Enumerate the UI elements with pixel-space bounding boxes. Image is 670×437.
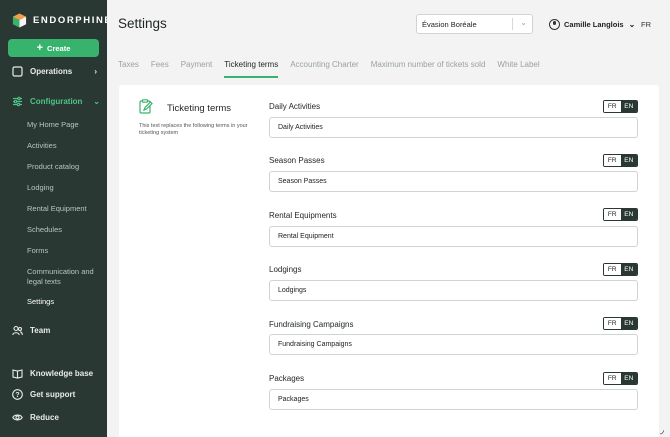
sidebar-item-forms[interactable]: Forms	[27, 246, 48, 256]
resize-corner-icon[interactable]: ◞	[660, 425, 664, 436]
tab-maximum-tickets[interactable]: Maximum number of tickets sold	[371, 60, 486, 74]
brand[interactable]: ENDORPHINE	[12, 11, 107, 29]
book-icon	[12, 368, 23, 379]
input-packages[interactable]: Packages	[269, 389, 638, 410]
sidebar-item-label: Operations	[30, 66, 73, 76]
user-menu[interactable]: Camille Langlois ⌄	[549, 17, 635, 31]
lang-en-button[interactable]: EN	[620, 264, 637, 275]
brand-name: ENDORPHINE	[33, 14, 107, 26]
lang-en-button[interactable]: EN	[620, 101, 637, 112]
sidebar-item-schedules[interactable]: Schedules	[27, 225, 62, 235]
sidebar-item-label: Reduce	[30, 412, 59, 422]
sidebar-item-communication-legal[interactable]: Communication and legal texts	[27, 267, 103, 287]
user-name: Camille Langlois	[564, 19, 624, 29]
endorphine-logo-icon	[12, 12, 27, 28]
input-season-passes[interactable]: Season Passes	[269, 171, 638, 192]
lang-toggle-packages[interactable]: FR EN	[603, 372, 638, 385]
field-label-season-passes: Season Passes	[269, 156, 325, 165]
sidebar-item-label: Get support	[30, 389, 76, 399]
eye-icon	[12, 412, 23, 423]
sidebar-item-knowledge-base[interactable]: Knowledge base	[12, 366, 93, 380]
select-divider	[512, 18, 513, 30]
sidebar-item-configuration[interactable]: Configuration ⌄	[12, 94, 100, 108]
create-button[interactable]: + Create	[8, 39, 99, 57]
create-button-label: Create	[47, 43, 71, 53]
organization-select[interactable]: Évasion Boréale ⌄	[416, 14, 533, 34]
field-label-fundraising-campaigns: Fundraising Campaigns	[269, 320, 354, 329]
sidebar-item-activities[interactable]: Activities	[27, 141, 57, 151]
ticketing-terms-card: Ticketing terms This text replaces the f…	[119, 85, 659, 437]
lang-toggle-season-passes[interactable]: FR EN	[603, 154, 638, 167]
page-title: Settings	[118, 16, 167, 31]
language-switch[interactable]: FR	[641, 20, 651, 29]
plus-icon: +	[36, 41, 44, 54]
lang-fr-button[interactable]: FR	[604, 209, 621, 220]
field-label-packages: Packages	[269, 374, 305, 383]
field-label-rental-equipments: Rental Equipments	[269, 211, 337, 220]
chevron-right-icon: ›	[94, 66, 97, 76]
tab-ticketing-terms[interactable]: Ticketing terms	[224, 60, 278, 78]
input-daily-activities[interactable]: Daily Activities	[269, 117, 638, 138]
input-fundraising-campaigns[interactable]: Fundraising Campaigns	[269, 334, 638, 355]
tab-taxes[interactable]: Taxes	[118, 60, 139, 74]
clipboard-edit-icon	[139, 99, 153, 114]
sidebar-item-label: Configuration	[30, 96, 83, 106]
sidebar-item-product-catalog[interactable]: Product catalog	[27, 162, 79, 172]
lang-fr-button[interactable]: FR	[604, 318, 621, 329]
lang-en-button[interactable]: EN	[620, 209, 637, 220]
team-icon	[12, 325, 23, 336]
user-avatar-icon	[549, 18, 560, 30]
tab-white-label[interactable]: White Label	[497, 60, 539, 74]
lang-toggle-daily-activities[interactable]: FR EN	[603, 100, 638, 113]
lang-en-button[interactable]: EN	[620, 373, 637, 384]
tab-payment[interactable]: Payment	[181, 60, 213, 74]
section-description: This text replaces the following terms i…	[139, 123, 248, 136]
lang-toggle-lodgings[interactable]: FR EN	[603, 263, 638, 276]
sliders-icon	[12, 96, 23, 107]
sidebar-item-lodging[interactable]: Lodging	[27, 183, 54, 193]
sidebar-item-reduce[interactable]: Reduce	[12, 410, 59, 424]
lang-fr-button[interactable]: FR	[604, 373, 621, 384]
svg-text:?: ?	[15, 392, 19, 399]
sidebar-item-label: Team	[30, 325, 51, 335]
section-title: Ticketing terms	[167, 103, 232, 114]
sidebar-item-team[interactable]: Team	[12, 323, 50, 337]
sidebar: ENDORPHINE + Create Operations › Configu…	[0, 0, 107, 437]
settings-tabs: Taxes Fees Payment Ticketing terms Accou…	[118, 60, 552, 78]
organization-select-value: Évasion Boréale	[422, 19, 477, 29]
lang-fr-button[interactable]: FR	[604, 155, 621, 166]
input-rental-equipments[interactable]: Rental Equipment	[269, 226, 638, 247]
sidebar-item-rental-equipment[interactable]: Rental Equipment	[27, 204, 87, 214]
help-icon: ?	[12, 388, 23, 400]
chevron-down-icon: ⌄	[628, 19, 636, 29]
sidebar-item-operations[interactable]: Operations ›	[12, 64, 97, 78]
chevron-down-icon: ⌄	[520, 18, 527, 27]
lang-fr-button[interactable]: FR	[604, 101, 621, 112]
sidebar-item-my-home-page[interactable]: My Home Page	[27, 120, 79, 130]
field-label-daily-activities: Daily Activities	[269, 102, 321, 111]
lang-en-button[interactable]: EN	[620, 318, 637, 329]
lang-toggle-rental-equipments[interactable]: FR EN	[603, 208, 638, 221]
operations-icon	[12, 65, 23, 77]
tab-accounting-charter[interactable]: Accounting Charter	[290, 60, 358, 74]
sidebar-item-settings[interactable]: Settings	[27, 297, 54, 307]
lang-en-button[interactable]: EN	[620, 155, 637, 166]
lang-fr-button[interactable]: FR	[604, 264, 621, 275]
sidebar-item-label: Knowledge base	[30, 368, 94, 378]
chevron-down-icon: ⌄	[93, 96, 100, 106]
sidebar-item-get-support[interactable]: ? Get support	[12, 387, 75, 401]
input-lodgings[interactable]: Lodgings	[269, 280, 638, 301]
tab-fees[interactable]: Fees	[151, 60, 169, 74]
field-label-lodgings: Lodgings	[269, 265, 302, 274]
lang-toggle-fundraising-campaigns[interactable]: FR EN	[603, 317, 638, 330]
